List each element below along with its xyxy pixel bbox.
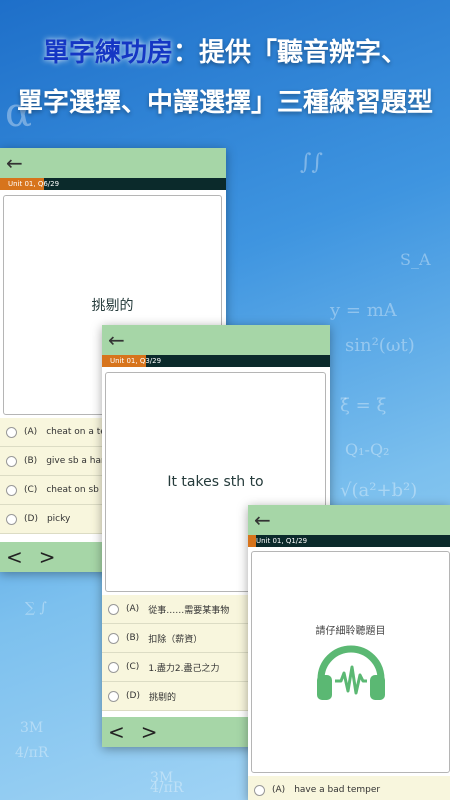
phone-screen-3: ← Unit 01, Q1/29 請仔細聆聽題目 (A) have a bad t… xyxy=(248,505,450,800)
option-text: 挑剔的 xyxy=(148,692,176,703)
radio-icon[interactable] xyxy=(108,690,119,702)
option-text: picky xyxy=(46,514,71,524)
radio-icon[interactable] xyxy=(108,632,119,644)
headline-line2: 單字選擇、中譯選擇」三種練習題型 xyxy=(16,88,433,118)
app-bar: ← xyxy=(248,505,450,535)
back-arrow-icon[interactable]: ← xyxy=(254,510,271,530)
back-arrow-icon[interactable]: ← xyxy=(108,330,125,350)
app-bar: ← xyxy=(0,148,226,178)
option-letter: (C) xyxy=(24,485,38,495)
headphones-icon[interactable] xyxy=(311,635,391,703)
unit-progress-bar: Unit 01, Q1/29 xyxy=(248,535,450,547)
unit-progress-bar: Unit 01, Q3/29 xyxy=(102,355,330,367)
unit-label: Unit 01, Q1/29 xyxy=(256,537,308,545)
option-letter: (B) xyxy=(24,456,38,466)
unit-progress-bar: Unit 01, Q6/29 xyxy=(0,178,226,190)
unit-label: Unit 01, Q3/29 xyxy=(110,357,162,365)
radio-icon[interactable] xyxy=(6,455,17,467)
radio-icon[interactable] xyxy=(108,661,119,673)
option-text: 1.盡力2.盡己之力 xyxy=(148,663,220,674)
progress-fill xyxy=(248,535,256,547)
option-letter: (A) xyxy=(272,785,286,795)
option-text: give sb a han xyxy=(46,456,107,466)
prev-chevron-icon[interactable]: < xyxy=(6,547,23,567)
promo-headline: 單字練功房：提供「聽音辨字、 單字選擇、中譯選擇」三種練習題型 xyxy=(0,28,450,128)
radio-icon[interactable] xyxy=(6,484,17,496)
back-arrow-icon[interactable]: ← xyxy=(6,153,23,173)
prev-chevron-icon[interactable]: < xyxy=(108,722,125,742)
option-text: cheat on a te xyxy=(46,427,106,437)
question-text: It takes sth to xyxy=(167,474,264,490)
option-text: cheat on sb xyxy=(46,485,99,495)
option-letter: (D) xyxy=(24,514,38,524)
app-bar: ← xyxy=(102,325,330,355)
radio-icon[interactable] xyxy=(6,513,17,525)
radio-icon[interactable] xyxy=(254,784,265,796)
question-box: 請仔細聆聽題目 xyxy=(251,551,450,773)
headline-accent: 單字練功房 xyxy=(42,38,173,68)
unit-label: Unit 01, Q6/29 xyxy=(8,180,60,188)
option-letter: (A) xyxy=(126,604,140,614)
options-list: (A) have a bad temper xyxy=(248,776,450,800)
option-letter: (C) xyxy=(126,662,140,672)
option-letter: (A) xyxy=(24,427,38,437)
next-chevron-icon[interactable]: > xyxy=(141,722,158,742)
option-text: 扣除（薪資） xyxy=(148,634,203,645)
headline-line1: ：提供「聽音辨字、 xyxy=(173,38,408,68)
radio-icon[interactable] xyxy=(6,426,17,438)
option-letter: (D) xyxy=(126,691,140,701)
option-a[interactable]: (A) have a bad temper xyxy=(248,776,450,800)
radio-icon[interactable] xyxy=(108,603,119,615)
option-text: 從事……需要某事物 xyxy=(148,605,230,616)
question-text: 挑剔的 xyxy=(91,298,134,314)
option-letter: (B) xyxy=(126,633,140,643)
listen-prompt-text: 請仔細聆聽題目 xyxy=(313,621,388,637)
next-chevron-icon[interactable]: > xyxy=(39,547,56,567)
listen-logo: 請仔細聆聽題目 xyxy=(311,621,391,703)
option-text: have a bad temper xyxy=(294,785,381,795)
